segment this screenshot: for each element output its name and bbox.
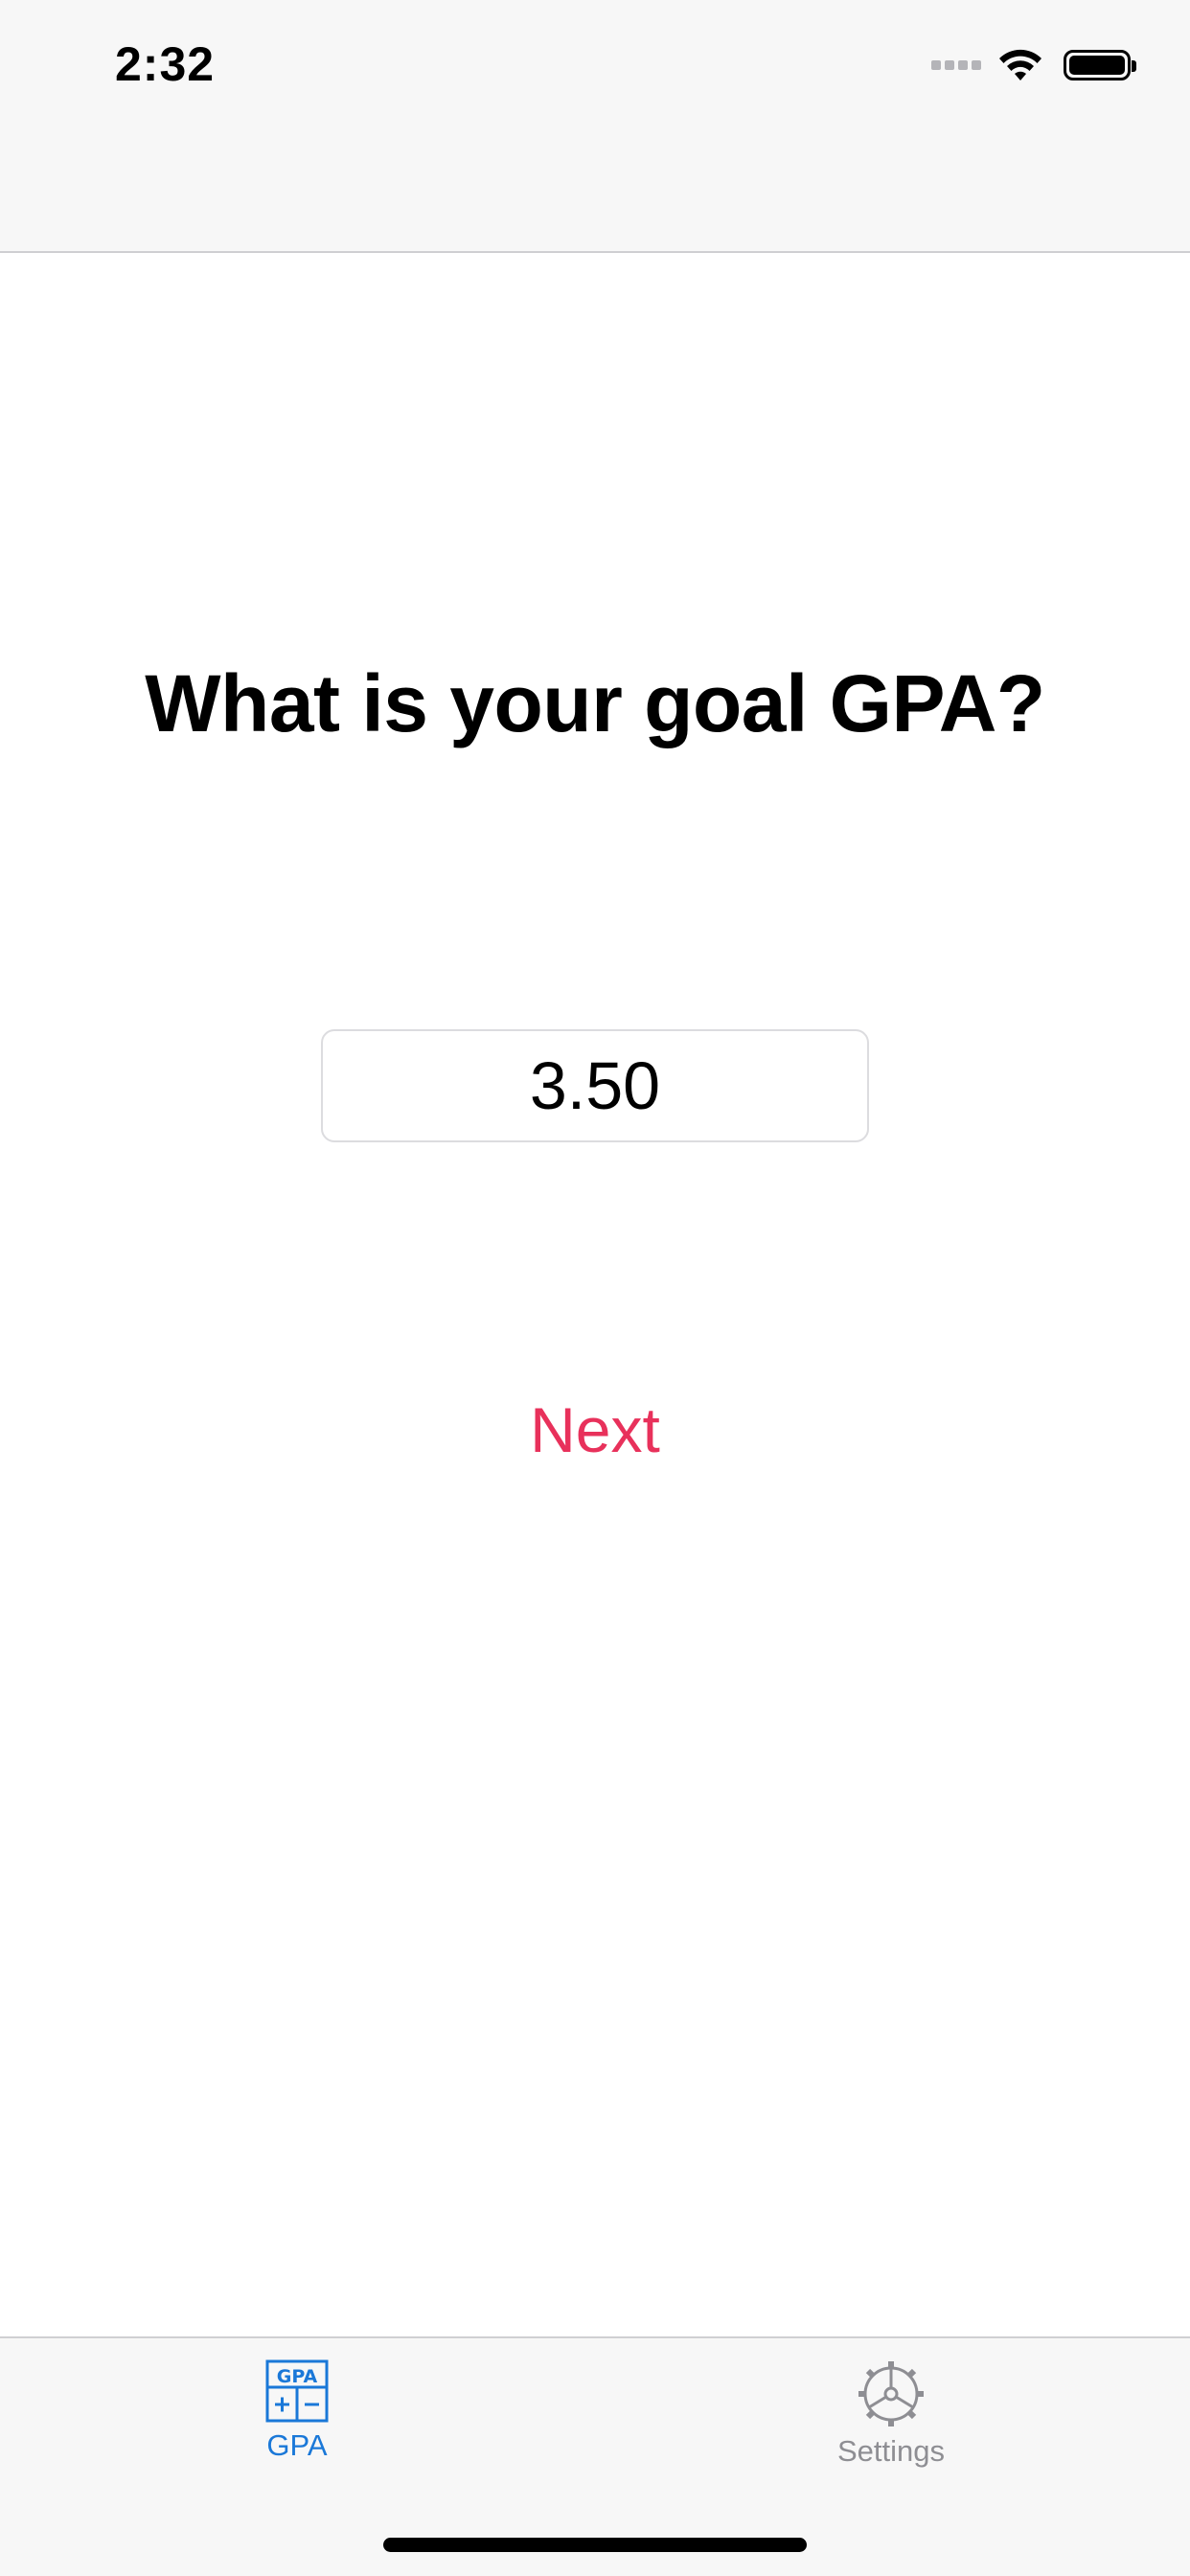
top-bar: 2:32 <box>0 0 1190 253</box>
status-time: 2:32 <box>115 37 216 91</box>
battery-icon <box>1064 50 1136 80</box>
tab-gpa[interactable]: GPA GPA <box>153 2359 441 2484</box>
tab-label-gpa: GPA <box>266 2428 328 2462</box>
gpa-calculator-icon: GPA <box>265 2359 329 2423</box>
goal-gpa-input[interactable] <box>321 1029 869 1142</box>
cellular-signal-icon <box>931 60 981 70</box>
home-indicator <box>383 2538 807 2552</box>
tab-label-settings: Settings <box>836 2434 945 2468</box>
screen: 2:32 What is your goal GPA? Next <box>0 0 1190 2576</box>
status-icons <box>931 44 1136 86</box>
next-button[interactable]: Next <box>451 1382 739 1478</box>
gear-icon <box>858 2361 924 2426</box>
wifi-icon <box>999 49 1041 80</box>
page-title: What is your goal GPA? <box>145 658 1045 748</box>
svg-text:GPA: GPA <box>277 2366 318 2387</box>
tab-settings[interactable]: Settings <box>747 2359 1035 2484</box>
